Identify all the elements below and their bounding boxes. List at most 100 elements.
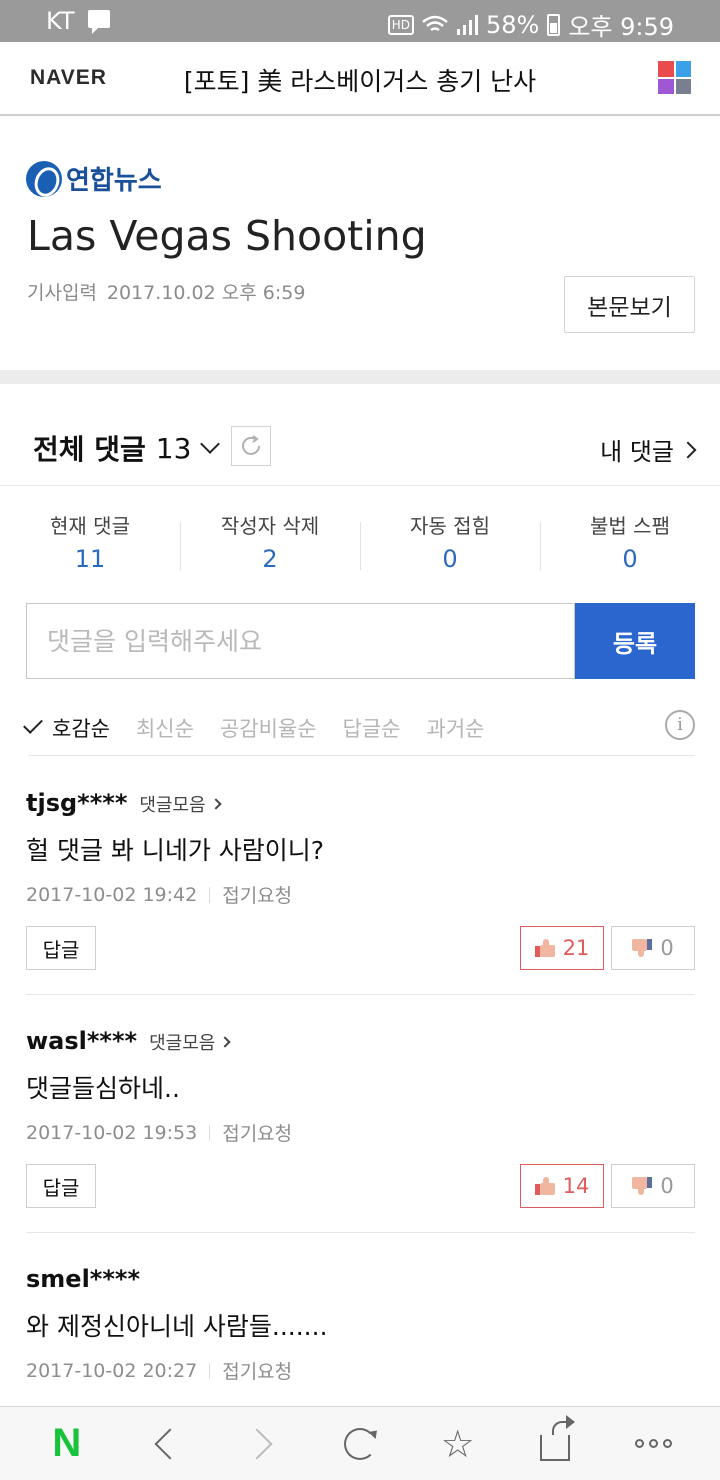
- chevron-right-icon: [679, 441, 697, 458]
- my-comments-link[interactable]: 내 댓글: [600, 432, 697, 467]
- yonhap-logo-icon: [26, 160, 62, 197]
- thumbs-up-icon: [534, 1177, 555, 1195]
- battery-percent: 58%: [485, 10, 540, 39]
- comment-item: wasl**** 댓글모음 댓글들심하네.. 2017-10-02 19:53 …: [26, 995, 695, 1233]
- meta-label: 기사입력: [27, 282, 97, 304]
- sort-replies[interactable]: 답글순: [343, 713, 401, 743]
- comment-stats: 현재 댓글 11 작성자 삭제 2 자동 접힘 0 불법 스팸 0: [0, 510, 720, 580]
- info-icon[interactable]: i: [665, 710, 695, 740]
- collection-label: 댓글모음: [149, 1033, 216, 1054]
- battery-icon: [547, 13, 561, 36]
- reload-button[interactable]: [330, 1414, 390, 1474]
- sort-label: 호감순: [52, 716, 110, 741]
- forward-arrow-icon: [241, 1427, 273, 1460]
- dislike-button[interactable]: 0: [611, 926, 695, 970]
- comment-input[interactable]: [26, 603, 575, 679]
- comment-user[interactable]: smel****: [26, 1265, 140, 1293]
- stat-author-deleted: 작성자 삭제 2: [180, 510, 360, 580]
- fold-request-link[interactable]: 접기요청: [222, 881, 292, 908]
- back-arrow-icon: [153, 1427, 186, 1460]
- stat-label: 자동 접힘: [410, 514, 490, 538]
- thumbs-down-icon: [632, 939, 653, 957]
- refresh-icon: [242, 435, 260, 455]
- like-button[interactable]: 21: [520, 926, 604, 970]
- like-button[interactable]: 14: [520, 1164, 604, 1208]
- fold-request-link[interactable]: 접기요청: [222, 1357, 292, 1384]
- chevron-right-icon: [209, 798, 222, 810]
- comment-text: 와 제정신아니네 사람들.......: [26, 1312, 328, 1341]
- star-icon: ☆: [440, 1421, 475, 1466]
- view-article-button[interactable]: 본문보기: [564, 276, 695, 333]
- back-button[interactable]: [135, 1414, 195, 1474]
- more-icon: [634, 1439, 672, 1448]
- comments-count: 13: [155, 431, 192, 465]
- stat-value: 0: [442, 545, 458, 573]
- collection-label: 댓글모음: [139, 795, 206, 816]
- reply-button[interactable]: 답글: [26, 1164, 96, 1208]
- signal-icon: [456, 14, 478, 35]
- chevron-right-icon: [219, 1036, 232, 1048]
- sort-options: 호감순 최신순 공감비율순 답글순 과거순 i: [23, 700, 695, 756]
- naver-home-button[interactable]: N: [37, 1414, 97, 1474]
- comments-header: 전체 댓글 13 내 댓글: [0, 384, 720, 486]
- stat-value: 0: [622, 545, 638, 573]
- comments-total-toggle[interactable]: 전체 댓글 13: [33, 428, 221, 468]
- more-button[interactable]: [623, 1414, 683, 1474]
- app-grid-icon[interactable]: [658, 61, 691, 94]
- sort-oldest[interactable]: 과거순: [427, 713, 485, 743]
- hd-icon: HD: [387, 14, 414, 35]
- stat-auto-folded: 자동 접힘 0: [360, 510, 540, 580]
- comment-user[interactable]: wasl****: [26, 1027, 137, 1055]
- share-button[interactable]: [525, 1414, 585, 1474]
- top-header: NAVER [포토] 美 라스베이거스 총기 난사: [0, 42, 720, 116]
- fold-request-link[interactable]: 접기요청: [222, 1119, 292, 1146]
- sort-like-ratio[interactable]: 공감비율순: [220, 713, 317, 743]
- chevron-down-icon: [200, 434, 221, 454]
- sort-latest[interactable]: 최신순: [136, 713, 194, 743]
- like-count: 14: [562, 1174, 590, 1198]
- page-title: [포토] 美 라스베이거스 총기 난사: [183, 67, 537, 96]
- comment-collection-link[interactable]: 댓글모음: [139, 791, 222, 817]
- submit-comment-button[interactable]: 등록: [575, 603, 695, 679]
- carrier-label: KT: [46, 7, 75, 35]
- bookmark-button[interactable]: ☆: [428, 1414, 488, 1474]
- stat-label: 불법 스팸: [590, 514, 670, 538]
- stat-value: 2: [262, 545, 278, 573]
- clock: 오후 9:59: [568, 13, 674, 41]
- comment-item: tjsg**** 댓글모음 헐 댓글 봐 니네가 사람이니? 2017-10-0…: [26, 757, 695, 995]
- article-meta: 기사입력 2017.10.02 오후 6:59: [27, 278, 305, 305]
- stat-current: 현재 댓글 11: [0, 510, 180, 580]
- comment-date: 2017-10-02 20:27: [26, 1359, 198, 1382]
- comments-title: 전체 댓글: [33, 433, 146, 466]
- dislike-count: 0: [660, 1174, 674, 1198]
- stat-spam: 불법 스팸 0: [540, 510, 720, 580]
- press-name: 연합뉴스: [66, 166, 162, 196]
- comment-text: 헐 댓글 봐 니네가 사람이니?: [26, 836, 325, 865]
- press-logo[interactable]: 연합뉴스: [26, 160, 162, 197]
- comment-collection-link[interactable]: 댓글모음: [149, 1029, 232, 1055]
- section-divider: [0, 370, 720, 384]
- reload-icon: [343, 1427, 376, 1460]
- reply-button[interactable]: 답글: [26, 926, 96, 970]
- forward-button[interactable]: [232, 1414, 292, 1474]
- share-icon: [540, 1414, 576, 1461]
- status-bar: KT HD 58% 오후 9:59: [0, 0, 720, 42]
- check-icon: [23, 713, 43, 734]
- meta-date: 2017.10.02 오후 6:59: [106, 282, 306, 304]
- dislike-button[interactable]: 0: [611, 1164, 695, 1208]
- thumbs-up-icon: [534, 939, 555, 957]
- refresh-button[interactable]: [231, 426, 271, 466]
- sort-likes[interactable]: 호감순: [23, 713, 110, 743]
- my-comments-label: 내 댓글: [600, 438, 674, 466]
- message-icon: [88, 10, 110, 34]
- comment-date: 2017-10-02 19:53: [26, 1121, 198, 1144]
- stat-label: 현재 댓글: [50, 514, 130, 538]
- status-right: HD 58% 오후 9:59: [387, 7, 674, 42]
- comment-user[interactable]: tjsg****: [26, 789, 127, 817]
- stat-value: 11: [74, 545, 106, 573]
- thumbs-down-icon: [632, 1177, 653, 1195]
- article-headline: Las Vegas Shooting: [27, 212, 427, 260]
- dislike-count: 0: [660, 936, 674, 960]
- stat-label: 작성자 삭제: [220, 514, 320, 538]
- comment-item: smel**** 와 제정신아니네 사람들....... 2017-10-02 …: [26, 1233, 695, 1406]
